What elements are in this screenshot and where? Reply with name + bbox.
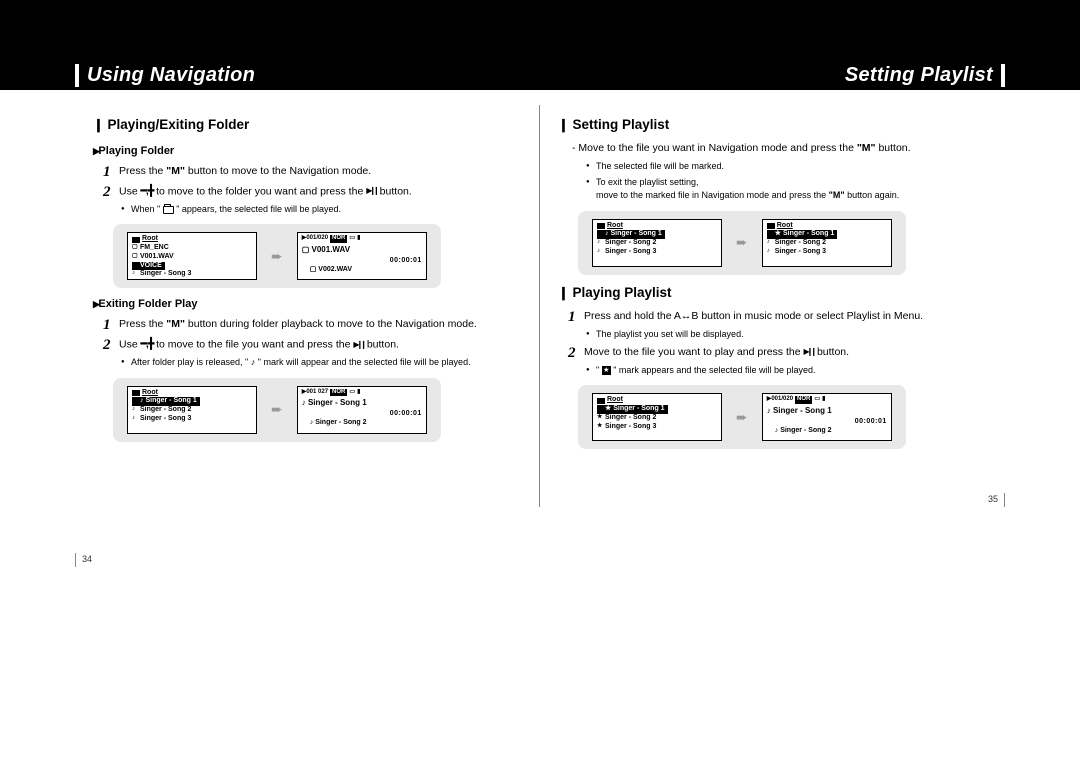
note-bullet: The selected file will be marked. <box>586 160 987 174</box>
arrow-icon: ➨ <box>271 399 283 420</box>
lcd-panel: ▶001/020NOR▭▮ ♪ Singer - Song 1 00:00:01… <box>762 393 892 441</box>
lcd-panel: Root ▢FM_ENC ▢V001.WAV VOICE ♪Singer - S… <box>127 232 257 280</box>
folder-icon <box>132 237 140 243</box>
folder-icon <box>767 223 775 229</box>
lcd-panel: ▶001/020NOR▭▮ ▢ V001.WAV 00:00:01 ▢ V002… <box>297 232 427 280</box>
highlighted-row: VOICE <box>132 262 165 271</box>
header-title-right: Setting Playlist <box>845 64 1005 87</box>
lcd-screenshot: Root ▢FM_ENC ▢V001.WAV VOICE ♪Singer - S… <box>113 224 441 288</box>
lcd-panel: Root ★ Singer - Song 1 ★Singer - Song 2 … <box>592 393 722 441</box>
lcd-panel: ▶001 027NOR▭▮ ♪ Singer - Song 1 00:00:01… <box>297 386 427 434</box>
instruction-line: - Move to the file you want in Navigatio… <box>572 141 987 157</box>
lcd-panel: Root ♪ Singer - Song 1 ♪Singer - Song 2 … <box>127 386 257 434</box>
lcd-panel: Root ♪ Singer - Song 1 ♪Singer - Song 2 … <box>592 219 722 267</box>
step-number: 2 <box>103 334 111 357</box>
step-number: 2 <box>103 181 111 204</box>
arrow-icon: ➨ <box>271 246 283 267</box>
highlighted-row: ★ Singer - Song 1 <box>767 230 838 239</box>
highlighted-row: ★ Singer - Song 1 <box>597 405 668 414</box>
minus-plus-icon: ━,╋ <box>141 337 154 353</box>
lcd-screenshot: Root ★ Singer - Song 1 ★Singer - Song 2 … <box>578 385 906 449</box>
note-bullet: After folder play is released, " ♪ " mar… <box>121 356 521 370</box>
note-bullet: The playlist you set will be displayed. <box>586 328 987 342</box>
page-spread: Playing/Exiting Folder Playing Folder 1 … <box>0 90 1080 507</box>
page-left: Playing/Exiting Folder Playing Folder 1 … <box>75 105 540 507</box>
note-bullet: When " " appears, the selected file will… <box>121 203 521 217</box>
instruction-step: 2 Use ━,╋ to move to the folder you want… <box>103 184 521 200</box>
section-heading: Playing Playlist <box>558 283 987 303</box>
step-number: 1 <box>568 306 576 329</box>
instruction-step: 1 Press the "M" button to move to the Na… <box>103 164 521 180</box>
star-icon: ★ <box>602 366 611 375</box>
section-heading: Playing/Exiting Folder <box>93 115 521 135</box>
arrow-icon: ➨ <box>736 232 748 253</box>
header-bar: Using Navigation Setting Playlist <box>0 0 1080 90</box>
folder-icon <box>597 223 605 229</box>
instruction-step: 2 Move to the file you want to play and … <box>568 345 987 361</box>
instruction-step: 2 Use ━,╋ to move to the file you want a… <box>103 337 521 353</box>
subsection-heading: Exiting Folder Play <box>93 296 521 313</box>
note-bullet: To exit the playlist setting, move to th… <box>586 176 987 203</box>
lcd-screenshot: Root ♪ Singer - Song 1 ♪Singer - Song 2 … <box>113 378 441 442</box>
lcd-panel: Root ★ Singer - Song 1 ♪Singer - Song 2 … <box>762 219 892 267</box>
instruction-step: 1 Press and hold the A↔B button in music… <box>568 309 987 325</box>
step-number: 2 <box>568 342 576 365</box>
page-number: 35 <box>988 493 1005 507</box>
minus-plus-icon: ━,╋ <box>141 184 154 200</box>
play-pause-icon: ▶❙❙ <box>353 339 364 351</box>
section-heading: Setting Playlist <box>558 115 987 135</box>
header-title-left: Using Navigation <box>75 64 255 87</box>
page-number: 34 <box>75 553 92 567</box>
play-pause-icon: ▶❙❙ <box>366 185 377 197</box>
note-bullet: " ★ " mark appears and the selected file… <box>586 364 987 378</box>
lcd-screenshot: Root ♪ Singer - Song 1 ♪Singer - Song 2 … <box>578 211 906 275</box>
highlighted-row: ♪ Singer - Song 1 <box>132 397 200 406</box>
folder-icon <box>597 398 605 404</box>
folder-icon <box>163 206 174 214</box>
highlighted-row: ♪ Singer - Song 1 <box>597 230 665 239</box>
arrow-icon: ➨ <box>736 407 748 428</box>
folder-icon <box>132 390 140 396</box>
page-right: Setting Playlist - Move to the file you … <box>540 105 1005 507</box>
instruction-step: 1 Press the "M" button during folder pla… <box>103 317 521 333</box>
subsection-heading: Playing Folder <box>93 143 521 160</box>
play-pause-icon: ▶❙❙ <box>803 346 814 358</box>
